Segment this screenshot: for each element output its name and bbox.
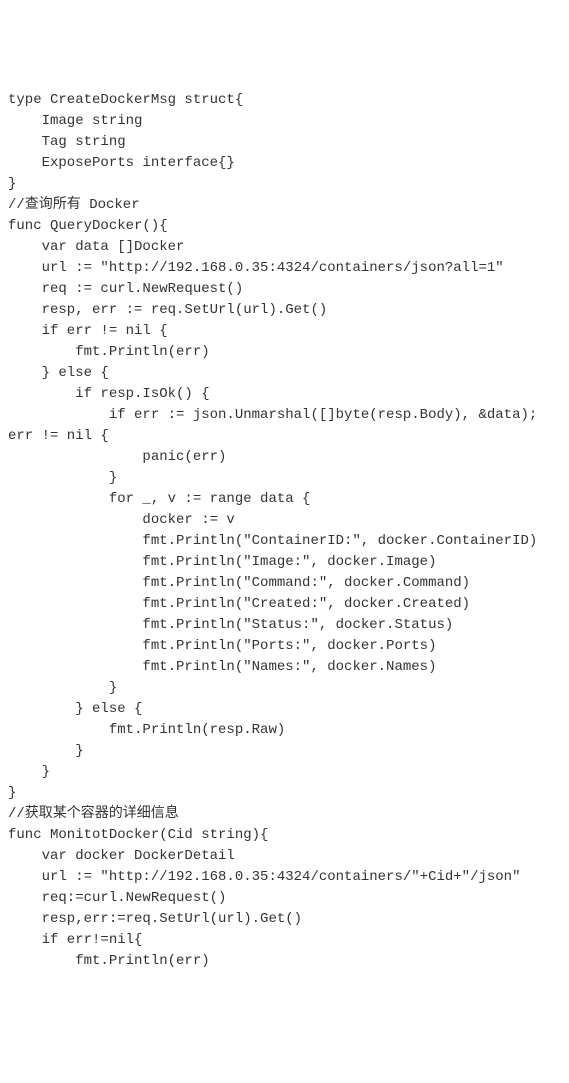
code-line: var docker DockerDetail: [8, 846, 561, 867]
code-line: var data []Docker: [8, 237, 561, 258]
code-line: func MonitotDocker(Cid string){: [8, 825, 561, 846]
code-line: fmt.Println("Image:", docker.Image): [8, 552, 561, 573]
code-line: fmt.Println("Command:", docker.Command): [8, 573, 561, 594]
code-line: if err!=nil{: [8, 930, 561, 951]
code-line: }: [8, 678, 561, 699]
code-line: url := "http://192.168.0.35:4324/contain…: [8, 867, 561, 888]
code-line: req := curl.NewRequest(): [8, 279, 561, 300]
code-block: type CreateDockerMsg struct{ Image strin…: [8, 90, 561, 972]
code-line: Image string: [8, 111, 561, 132]
code-line: if resp.IsOk() {: [8, 384, 561, 405]
code-line: fmt.Println("Ports:", docker.Ports): [8, 636, 561, 657]
code-line: if err != nil {: [8, 321, 561, 342]
code-line: type CreateDockerMsg struct{: [8, 90, 561, 111]
code-line: }: [8, 762, 561, 783]
code-line: fmt.Println(err): [8, 951, 561, 972]
code-line: panic(err): [8, 447, 561, 468]
code-line: if err := json.Unmarshal([]byte(resp.Bod…: [8, 405, 561, 426]
code-line: fmt.Println(err): [8, 342, 561, 363]
code-line: } else {: [8, 363, 561, 384]
code-line: resp,err:=req.SetUrl(url).Get(): [8, 909, 561, 930]
code-line: url := "http://192.168.0.35:4324/contain…: [8, 258, 561, 279]
code-line: func QueryDocker(){: [8, 216, 561, 237]
code-line: }: [8, 741, 561, 762]
code-line: for _, v := range data {: [8, 489, 561, 510]
code-line: Tag string: [8, 132, 561, 153]
code-line: } else {: [8, 699, 561, 720]
code-line: req:=curl.NewRequest(): [8, 888, 561, 909]
code-line: docker := v: [8, 510, 561, 531]
code-line: resp, err := req.SetUrl(url).Get(): [8, 300, 561, 321]
code-line: fmt.Println("Created:", docker.Created): [8, 594, 561, 615]
code-line: ExposePorts interface{}: [8, 153, 561, 174]
code-line: fmt.Println("Status:", docker.Status): [8, 615, 561, 636]
code-line: }: [8, 468, 561, 489]
code-line: fmt.Println("ContainerID:", docker.Conta…: [8, 531, 561, 552]
code-line: }: [8, 174, 561, 195]
code-line: //查询所有 Docker: [8, 195, 561, 216]
code-line: }: [8, 783, 561, 804]
code-line: err != nil {: [8, 426, 561, 447]
code-line: //获取某个容器的详细信息: [8, 804, 561, 825]
code-line: fmt.Println(resp.Raw): [8, 720, 561, 741]
code-line: fmt.Println("Names:", docker.Names): [8, 657, 561, 678]
